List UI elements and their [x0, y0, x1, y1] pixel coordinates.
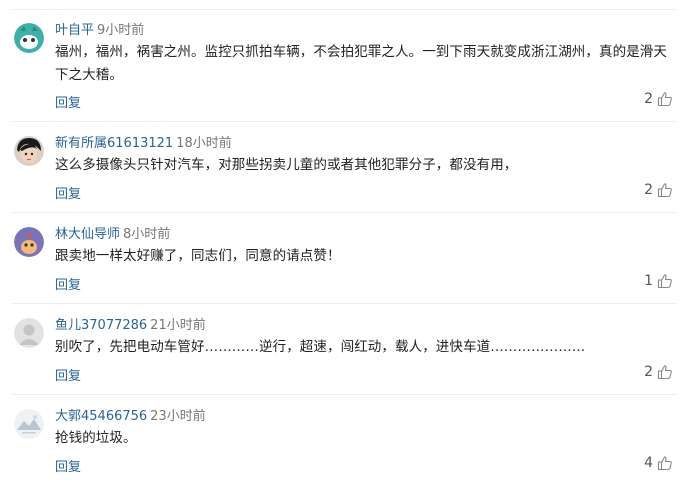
like-button[interactable]: 2 — [644, 364, 673, 380]
comment-text: 别吹了，先把电动车管好…………逆行，超速，闯红动，载人，进快车道………………… — [55, 339, 586, 355]
comment-meta: 鱼儿37077286 21小时前 — [55, 318, 206, 334]
username[interactable]: 新有所属61613121 — [55, 136, 173, 151]
reply-button[interactable]: 回复 — [55, 274, 81, 293]
default-gray-avatar-icon — [14, 318, 44, 348]
comment-text: 这么多摄像头只针对汽车，对那些拐卖儿童的或者其他犯罪分子，都没有用， — [55, 157, 518, 173]
divider — [12, 121, 677, 122]
comment-meta: 林大仙导师 8小时前 — [55, 227, 170, 243]
landscape-avatar-icon — [14, 409, 44, 439]
like-count: 2 — [644, 182, 653, 198]
thumbs-up-icon — [657, 456, 672, 471]
like-button[interactable]: 2 — [644, 182, 673, 198]
username[interactable]: 林大仙导师 — [55, 227, 120, 242]
avatar[interactable] — [14, 136, 44, 166]
thumbs-up-icon — [657, 92, 672, 107]
like-count: 4 — [644, 455, 653, 471]
divider — [12, 394, 677, 395]
thumbs-up-icon — [657, 183, 672, 198]
like-button[interactable]: 4 — [644, 455, 673, 471]
comment-text: 抢钱的垃圾。 — [55, 430, 137, 446]
comment-meta: 大郭45466756 23小时前 — [55, 409, 206, 425]
comment-meta: 叶自平 9小时前 — [55, 23, 144, 39]
comment-text: 跟卖地一样太好赚了，同志们，同意的请点赞！ — [55, 248, 341, 264]
like-count: 1 — [644, 273, 653, 289]
photo-avatar-icon — [14, 136, 44, 166]
divider — [12, 9, 677, 10]
avatar[interactable] — [14, 23, 44, 53]
timestamp: 21小时前 — [150, 318, 206, 333]
reply-button[interactable]: 回复 — [55, 456, 81, 475]
teal-face-avatar-icon — [14, 23, 44, 53]
purple-face-avatar-icon — [14, 227, 44, 257]
divider — [12, 303, 677, 304]
avatar[interactable] — [14, 409, 44, 439]
thumbs-up-icon — [657, 365, 672, 380]
reply-button[interactable]: 回复 — [55, 183, 81, 202]
timestamp: 18小时前 — [176, 136, 232, 151]
thumbs-up-icon — [657, 274, 672, 289]
like-button[interactable]: 1 — [644, 273, 673, 289]
comment-text: 福州，福州，祸害之州。监控只抓拍车辆，不会拍犯罪之人。一到下雨天就变成浙江湖州，… — [55, 44, 667, 83]
like-count: 2 — [644, 91, 653, 107]
like-count: 2 — [644, 364, 653, 380]
divider — [12, 212, 677, 213]
username[interactable]: 叶自平 — [55, 23, 94, 38]
avatar[interactable] — [14, 318, 44, 348]
reply-button[interactable]: 回复 — [55, 92, 81, 111]
timestamp: 23小时前 — [150, 409, 206, 424]
username[interactable]: 大郭45466756 — [55, 409, 147, 424]
like-button[interactable]: 2 — [644, 91, 673, 107]
avatar[interactable] — [14, 227, 44, 257]
timestamp: 8小时前 — [123, 227, 171, 242]
username[interactable]: 鱼儿37077286 — [55, 318, 147, 333]
timestamp: 9小时前 — [97, 23, 145, 38]
reply-button[interactable]: 回复 — [55, 365, 81, 384]
comment-meta: 新有所属61613121 18小时前 — [55, 136, 232, 152]
